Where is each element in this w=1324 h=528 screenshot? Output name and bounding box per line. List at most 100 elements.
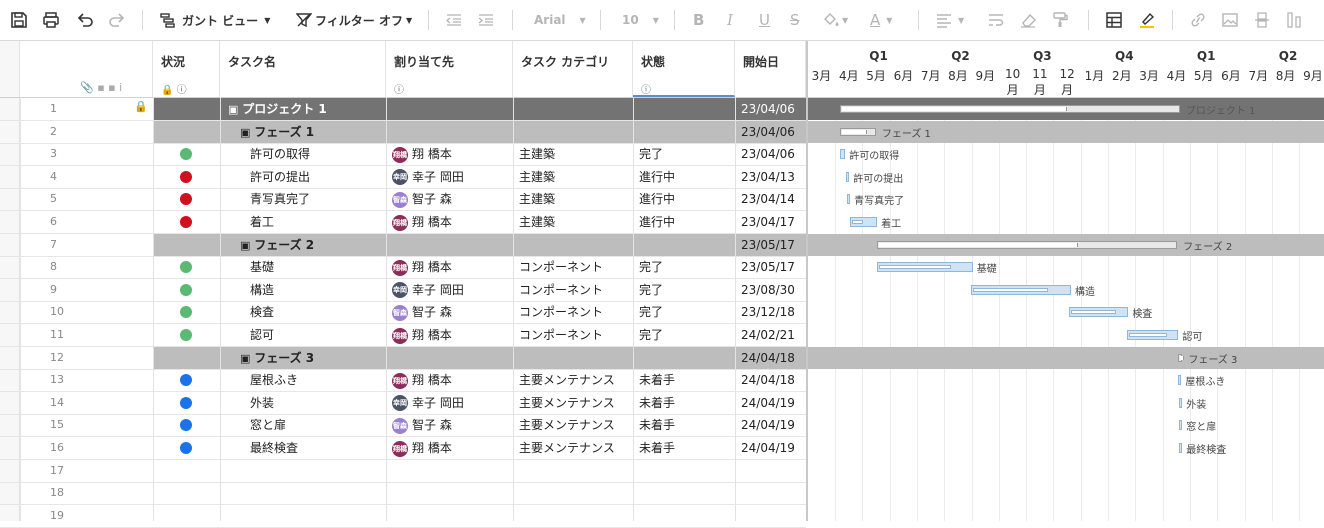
task-name-cell[interactable]: 着工: [220, 211, 386, 233]
align-icon[interactable]: ▼: [936, 8, 964, 32]
table-row[interactable]: 11 認可 翔橋翔 橋本 コンポーネント 完了 24/02/21: [0, 324, 806, 346]
assignee-cell[interactable]: 翔橋翔 橋本: [386, 211, 513, 233]
view-selector[interactable]: ガント ビュー ▼: [160, 8, 270, 32]
category-cell[interactable]: コンポーネント: [513, 301, 633, 323]
task-name-cell[interactable]: 許可の提出: [220, 166, 386, 188]
state-cell[interactable]: 完了: [633, 279, 735, 301]
row-number[interactable]: 6: [20, 211, 152, 233]
start-date-cell[interactable]: 24/04/18: [735, 369, 806, 391]
task-name-cell[interactable]: 認可: [220, 324, 386, 346]
status-dot[interactable]: [180, 216, 192, 228]
row-number[interactable]: 18: [20, 482, 152, 504]
row-number[interactable]: 19: [20, 505, 152, 527]
category-cell[interactable]: コンポーネント: [513, 324, 633, 346]
assignee-cell[interactable]: 幸岡 幸子 岡田: [386, 166, 513, 188]
status-dot[interactable]: [180, 193, 192, 206]
row-number[interactable]: 4: [20, 166, 152, 188]
state-cell[interactable]: 未着手: [633, 369, 735, 391]
task-bar[interactable]: [846, 171, 850, 182]
table-row[interactable]: 6 着工 翔橋翔 橋本 主建築 進行中 23/04/17: [0, 211, 806, 233]
category-cell[interactable]: 主要メンテナンス: [513, 437, 633, 459]
table-row[interactable]: 8 基礎 翔橋翔 橋本 コンポーネント 完了 23/05/17: [0, 256, 806, 278]
state-cell[interactable]: 未着手: [633, 437, 735, 459]
row-number[interactable]: 1: [20, 98, 152, 120]
state-cell[interactable]: 進行中: [633, 166, 735, 188]
category-cell[interactable]: 主建築: [513, 166, 633, 188]
start-date-cell[interactable]: 23/04/06: [735, 121, 806, 143]
table-row[interactable]: 12 ▣ フェーズ 3 24/04/18: [0, 346, 806, 369]
start-date-cell[interactable]: 23/05/17: [735, 256, 806, 278]
assignee-cell[interactable]: 翔橋翔 橋本: [386, 369, 513, 391]
summary-bar[interactable]: [1178, 353, 1184, 362]
start-date-cell[interactable]: 23/05/17: [735, 234, 806, 256]
row-number[interactable]: 17: [20, 460, 152, 482]
column-header-state[interactable]: 状態 ⓘ: [633, 41, 735, 97]
table-row[interactable]: 7 ▣ フェーズ 2 23/05/17: [0, 233, 806, 256]
start-date-cell[interactable]: 23/04/06: [735, 98, 806, 120]
state-cell[interactable]: 完了: [633, 324, 735, 346]
state-cell[interactable]: 未着手: [633, 392, 735, 414]
row-number[interactable]: 5: [20, 188, 152, 210]
strikethrough-icon[interactable]: S: [790, 8, 800, 32]
assignee-cell[interactable]: 幸岡 幸子 岡田: [386, 392, 513, 414]
collapse-icon[interactable]: ▣: [240, 126, 254, 139]
collapse-icon[interactable]: ▣: [240, 352, 254, 365]
row-number[interactable]: 3: [20, 143, 152, 165]
status-dot[interactable]: [180, 283, 192, 296]
state-cell[interactable]: 完了: [633, 143, 735, 165]
task-name-cell[interactable]: ▣ プロジェクト 1: [220, 98, 386, 120]
assignee-cell[interactable]: 翔橋翔 橋本: [386, 437, 513, 459]
state-cell[interactable]: 完了: [633, 256, 735, 278]
underline-icon[interactable]: U: [759, 8, 770, 32]
start-date-cell[interactable]: 24/04/18: [735, 347, 806, 369]
row-number[interactable]: 12: [20, 347, 152, 369]
state-cell[interactable]: 進行中: [633, 188, 735, 210]
assignee-cell[interactable]: 智森 智子 森: [386, 414, 513, 436]
distribute-icon[interactable]: [1286, 8, 1302, 32]
image-icon[interactable]: [1222, 8, 1238, 32]
row-number[interactable]: 7: [20, 234, 152, 256]
start-date-cell[interactable]: 24/04/19: [735, 437, 806, 459]
task-name-cell[interactable]: ▣ フェーズ 2: [220, 234, 386, 256]
assignee-cell[interactable]: 智森 智子 森: [386, 301, 513, 323]
eraser-icon[interactable]: [1020, 8, 1036, 32]
category-cell[interactable]: コンポーネント: [513, 256, 633, 278]
table-row[interactable]: 17: [0, 460, 806, 482]
state-cell[interactable]: 進行中: [633, 211, 735, 233]
table-row[interactable]: 5 青写真完了 智森 智子 森主建築 進行中 23/04/14: [0, 188, 806, 210]
task-bar[interactable]: [839, 149, 846, 160]
table-row[interactable]: 4 許可の提出 幸岡 幸子 岡田 主建築 進行中 23/04/13: [0, 166, 806, 188]
row-number[interactable]: 10: [20, 301, 152, 323]
task-name-cell[interactable]: 最終検査: [220, 437, 386, 459]
task-bar[interactable]: [847, 194, 851, 205]
assignee-cell[interactable]: 智森 智子 森: [386, 188, 513, 210]
table-row[interactable]: 19: [0, 505, 806, 527]
task-bar[interactable]: [849, 217, 878, 227]
task-name-cell[interactable]: ▣ フェーズ 3: [220, 347, 386, 369]
print-icon[interactable]: [42, 8, 60, 32]
undo-icon[interactable]: [76, 8, 94, 32]
category-cell[interactable]: コンポーネント: [513, 279, 633, 301]
start-date-cell[interactable]: 23/12/18: [735, 301, 806, 323]
filter-selector[interactable]: フィルター オフ ▼: [296, 8, 412, 32]
format-painter-icon[interactable]: [1052, 8, 1068, 32]
collapse-icon[interactable]: ▣: [228, 103, 242, 116]
status-dot[interactable]: [180, 374, 192, 387]
summary-bar[interactable]: [877, 240, 1178, 249]
task-bar[interactable]: [1126, 330, 1179, 340]
table-row[interactable]: 9 構造 幸岡 幸子 岡田 コンポーネント 完了 23/08/30: [0, 279, 806, 301]
row-number[interactable]: 13: [20, 369, 152, 391]
row-number[interactable]: 14: [20, 392, 152, 414]
start-date-cell[interactable]: 24/04/19: [735, 392, 806, 414]
collapse-icon[interactable]: ▣: [240, 239, 254, 252]
state-cell[interactable]: 未着手: [633, 414, 735, 436]
task-name-cell[interactable]: 青写真完了: [220, 188, 386, 210]
task-name-cell[interactable]: 許可の取得: [220, 143, 386, 165]
start-date-cell[interactable]: 23/04/13: [735, 166, 806, 188]
wrap-text-icon[interactable]: [988, 8, 1004, 32]
row-number[interactable]: 8: [20, 256, 152, 278]
assignee-cell[interactable]: 翔橋翔 橋本: [386, 256, 513, 278]
category-cell[interactable]: 主要メンテナンス: [513, 369, 633, 391]
table-row[interactable]: 18: [0, 482, 806, 504]
category-cell[interactable]: 主要メンテナンス: [513, 414, 633, 436]
